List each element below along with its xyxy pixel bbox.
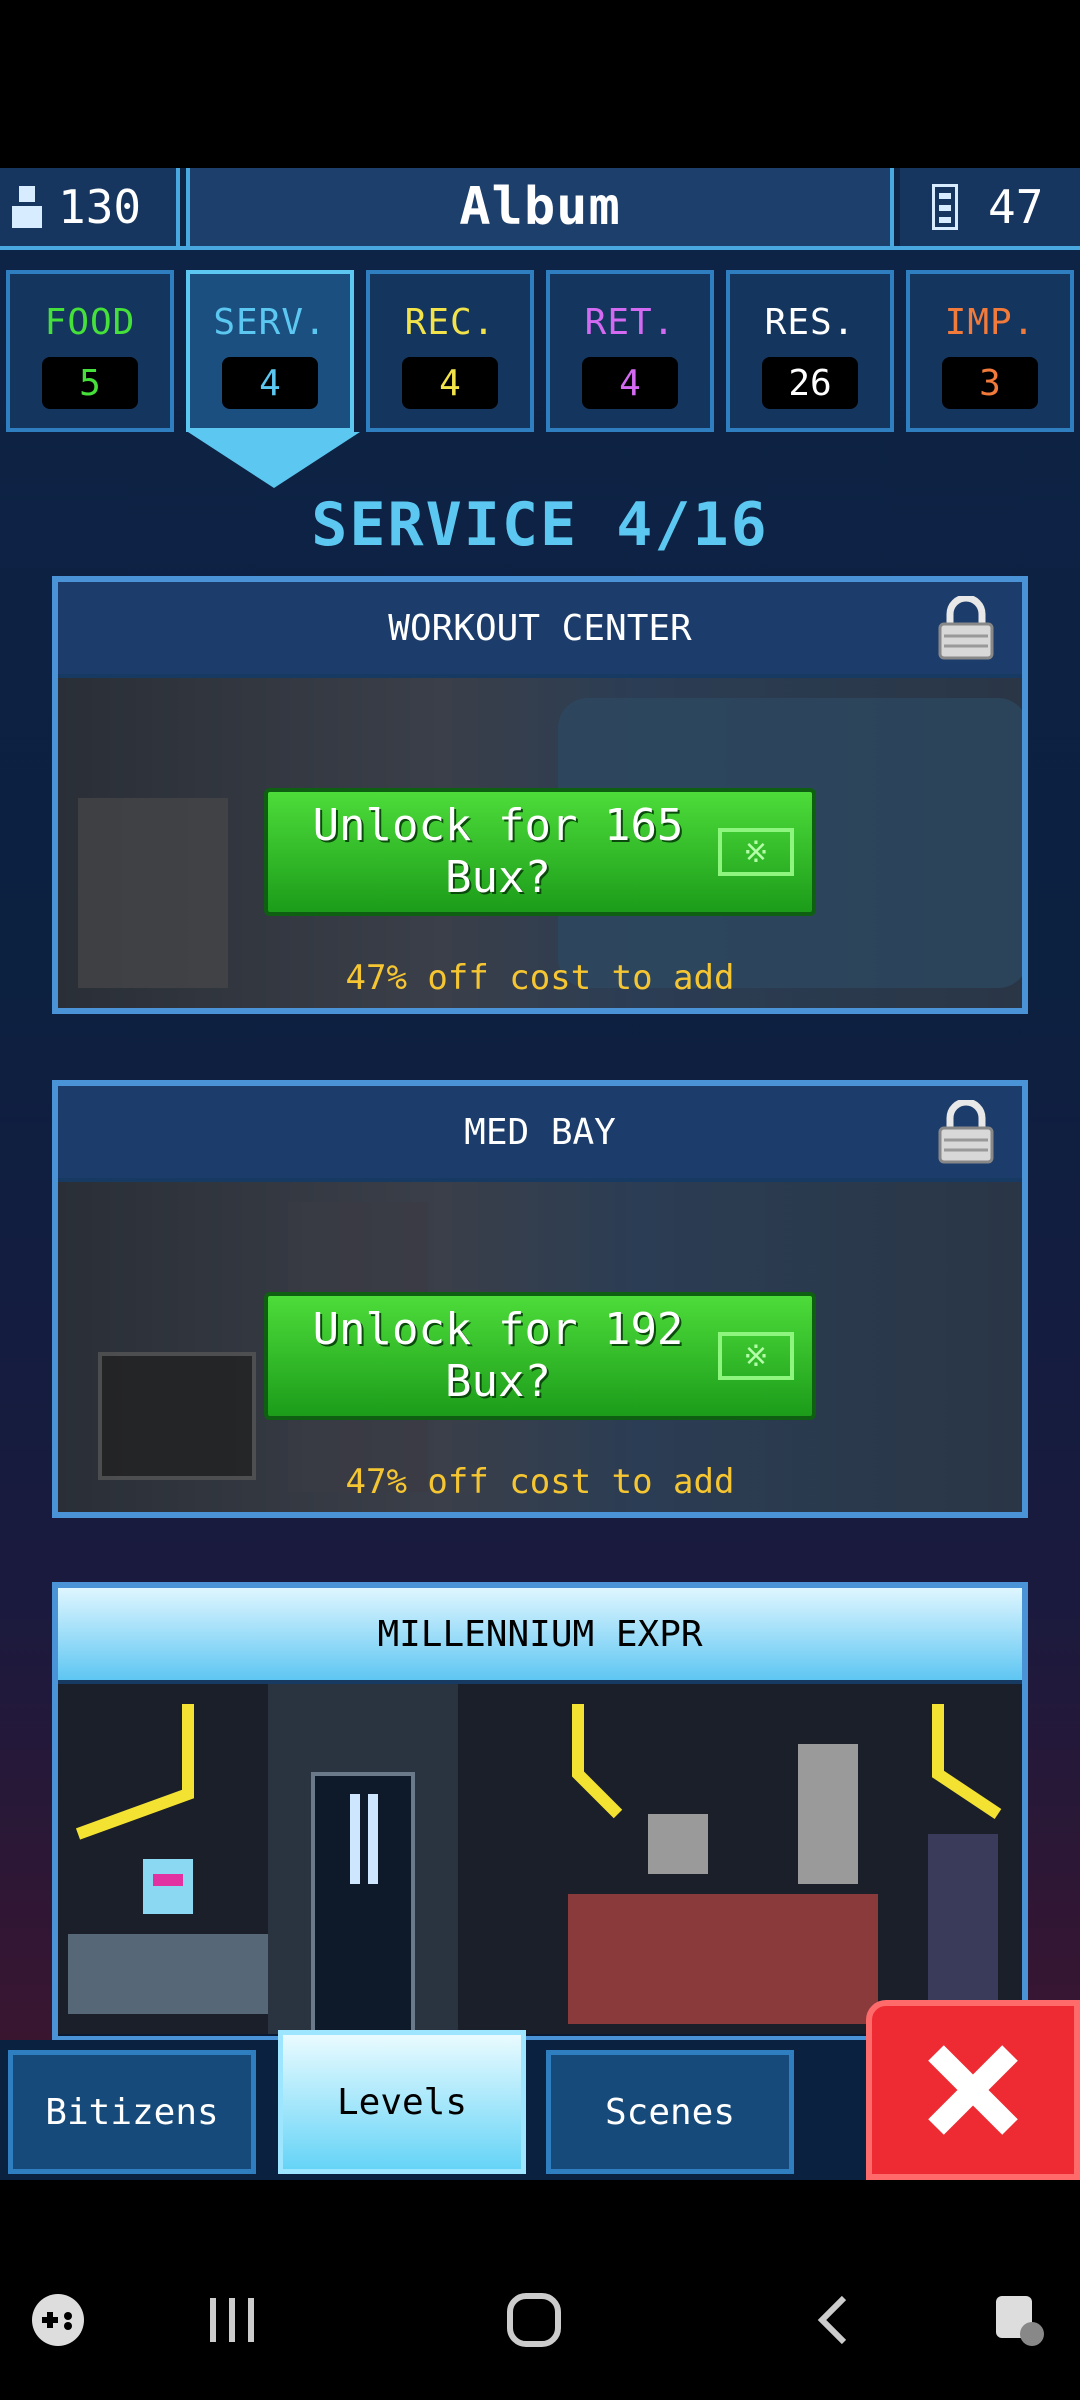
back-icon[interactable] <box>806 2290 866 2350</box>
tab-food[interactable]: FOOD 5 <box>6 270 174 432</box>
bux-icon: ※ <box>718 828 794 876</box>
tab-count: 4 <box>222 357 318 409</box>
card-title: MILLENNIUM EXPR <box>377 1613 703 1655</box>
unlock-text: Unlock for 165 Bux? <box>312 800 684 903</box>
population-value: 130 <box>58 180 142 234</box>
discount-text: 47% off cost to add <box>345 1462 735 1502</box>
floors-value: 47 <box>988 180 1044 234</box>
level-preview: Unlock for 192 Bux? ※ 47% off cost to ad… <box>58 1182 1022 1512</box>
page-title: Album <box>186 168 894 246</box>
recent-apps-icon[interactable] <box>202 2290 262 2350</box>
tab-levels[interactable]: Levels <box>278 2030 526 2174</box>
bux-icon: ※ <box>718 1332 794 1380</box>
tab-service[interactable]: SERV. 4 <box>186 270 354 432</box>
tab-residential[interactable]: RES. 26 <box>726 270 894 432</box>
level-card-med-bay: MED BAY Unlock for 192 Bux? ※ 47% off co… <box>52 1080 1028 1518</box>
tab-important[interactable]: IMP. 3 <box>906 270 1074 432</box>
card-title: MED BAY <box>464 1111 616 1153</box>
train-scene-art <box>68 1684 1002 2034</box>
lock-icon <box>938 1100 994 1164</box>
game-launcher-icon[interactable] <box>28 2290 88 2350</box>
floors-counter: 47 <box>900 168 1080 246</box>
tab-count: 5 <box>42 357 138 409</box>
unlock-button[interactable]: Unlock for 165 Bux? ※ <box>264 788 816 916</box>
card-header: WORKOUT CENTER <box>58 582 1022 678</box>
tab-count: 4 <box>402 357 498 409</box>
lock-icon <box>938 596 994 660</box>
population-counter: 130 <box>0 168 180 246</box>
close-icon <box>928 2045 1018 2135</box>
tab-label: IMP. <box>944 302 1036 343</box>
person-icon <box>12 186 42 228</box>
tab-recreation[interactable]: REC. 4 <box>366 270 534 432</box>
card-title: WORKOUT CENTER <box>388 607 692 649</box>
tab-label: RET. <box>584 302 676 343</box>
active-tab-pointer <box>188 432 360 488</box>
level-preview: Unlock for 165 Bux? ※ 47% off cost to ad… <box>58 678 1022 1008</box>
tab-scenes[interactable]: Scenes <box>546 2050 794 2174</box>
card-header: MILLENNIUM EXPR <box>58 1588 1022 1684</box>
level-preview[interactable] <box>58 1684 1022 2034</box>
screen-lock-icon[interactable] <box>990 2290 1050 2350</box>
level-card-workout-center: WORKOUT CENTER Unlock for 165 Bux? ※ 47%… <box>52 576 1028 1014</box>
card-header: MED BAY <box>58 1086 1022 1182</box>
discount-text: 47% off cost to add <box>345 958 735 998</box>
tab-label: SERV. <box>213 302 327 343</box>
tower-icon <box>932 184 958 230</box>
tab-label: REC. <box>404 302 496 343</box>
home-icon[interactable] <box>504 2290 564 2350</box>
tab-count: 26 <box>762 357 858 409</box>
unlock-text: Unlock for 192 Bux? <box>312 1304 684 1407</box>
level-card-millennium-expr: MILLENNIUM EXPR <box>52 1582 1028 2042</box>
section-title: SERVICE 4/16 <box>311 490 769 560</box>
close-button[interactable] <box>866 2000 1080 2180</box>
tab-count: 3 <box>942 357 1038 409</box>
tab-label: FOOD <box>44 302 136 343</box>
tab-label: RES. <box>764 302 856 343</box>
unlock-button[interactable]: Unlock for 192 Bux? ※ <box>264 1292 816 1420</box>
tab-retail[interactable]: RET. 4 <box>546 270 714 432</box>
tab-count: 4 <box>582 357 678 409</box>
tab-bitizens[interactable]: Bitizens <box>8 2050 256 2174</box>
